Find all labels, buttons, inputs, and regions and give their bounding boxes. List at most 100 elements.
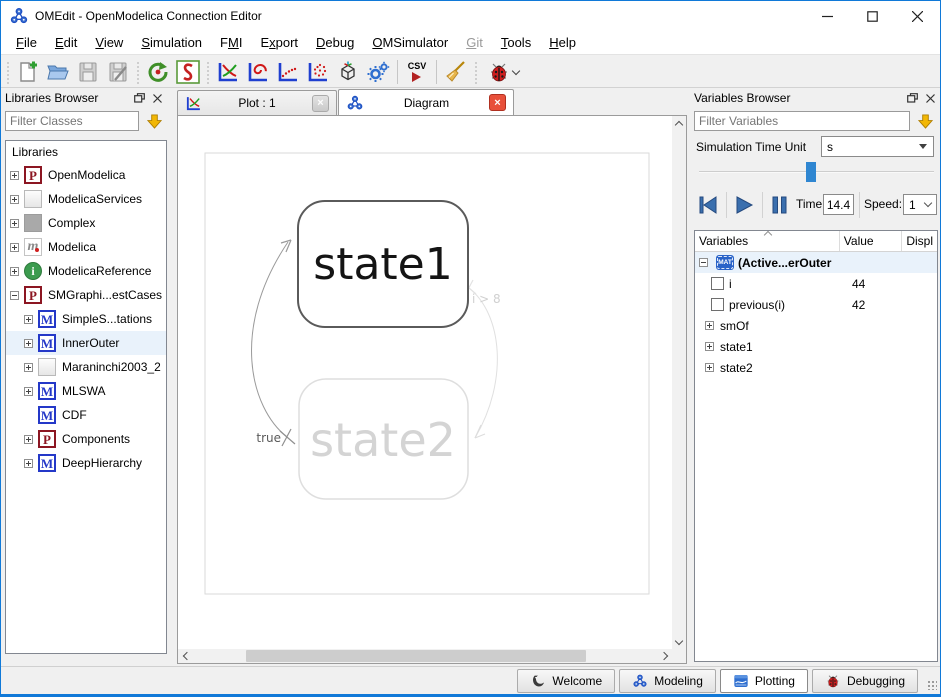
menu-help[interactable]: Help [540,32,585,53]
new-plot-window-button[interactable] [213,58,243,86]
plotting-perspective-button[interactable]: Plotting [720,669,808,693]
library-item-innerouter[interactable]: M InnerOuter [6,331,166,355]
scroll-up-button[interactable] [672,116,686,130]
export-csv-button[interactable]: CSV [402,58,432,86]
filter-options-button[interactable] [914,111,936,131]
menu-simulation[interactable]: Simulation [132,32,211,53]
float-panel-button[interactable] [131,91,147,105]
simulation-gears-button[interactable] [363,58,393,86]
welcome-perspective-button[interactable]: Welcome [517,669,615,693]
re-simulate-button[interactable] [143,58,173,86]
new-array-parametric-plot-button[interactable] [303,58,333,86]
scrollbar-thumb[interactable] [246,650,586,662]
play-button[interactable] [730,190,758,220]
expand-icon[interactable] [24,339,33,348]
checkbox[interactable] [711,277,724,290]
library-item-components[interactable]: P Components [6,427,166,451]
library-item-maraninchi2003-2[interactable]: Maraninchi2003_2 [6,355,166,379]
scroll-down-button[interactable] [672,635,686,649]
maximize-button[interactable] [850,1,895,31]
new-modelica-class-button[interactable] [13,58,43,86]
vertical-scrollbar[interactable] [672,116,686,649]
time-slider-track[interactable] [699,171,934,173]
diagram-canvas[interactable]: true i > 8 state1 state2 [178,116,672,649]
save-as-button[interactable] [103,58,133,86]
close-tab-icon[interactable]: × [312,95,329,112]
clear-plot-button[interactable] [441,58,471,86]
expand-icon[interactable] [705,342,714,351]
re-simulate-setup-button[interactable] [173,58,203,86]
library-item-openmodelica[interactable]: P OpenModelica [6,163,166,187]
transition-true[interactable]: true [252,240,295,446]
library-item-complex[interactable]: Complex [6,211,166,235]
menu-export[interactable]: Export [251,32,307,53]
expand-icon[interactable] [10,219,19,228]
library-item-modelica[interactable]: m Modelica [6,235,166,259]
expand-icon[interactable] [24,363,33,372]
menu-debug[interactable]: Debug [307,32,363,53]
toolbar-handle[interactable] [5,60,11,84]
variable-group-state2[interactable]: state2 [695,357,937,378]
toolbar-handle[interactable] [205,60,211,84]
expand-icon[interactable] [10,171,19,180]
column-variables[interactable]: Variables [695,231,840,251]
column-value[interactable]: Value [840,231,903,251]
menu-view[interactable]: View [86,32,132,53]
modeling-perspective-button[interactable]: Modeling [619,669,716,693]
library-item-modelicaservices[interactable]: ModelicaServices [6,187,166,211]
open-model-button[interactable] [43,58,73,86]
state1-shape[interactable]: state1 [298,201,468,327]
pause-button[interactable] [766,190,794,220]
variable-group-smof[interactable]: smOf [695,315,937,336]
toolbar-handle[interactable] [473,60,479,84]
state2-shape[interactable]: state2 [299,379,468,499]
time-slider-handle[interactable] [806,162,816,182]
column-display-unit[interactable]: Displ [902,231,937,251]
variable-group-state1[interactable]: state1 [695,336,937,357]
filter-variables-input[interactable] [694,111,910,131]
menu-fmi[interactable]: FMI [211,32,251,53]
filter-options-button[interactable] [143,111,165,131]
expand-icon[interactable] [10,195,19,204]
close-button[interactable] [895,1,940,31]
expand-icon[interactable] [24,387,33,396]
library-item-mlswa[interactable]: M MLSWA [6,379,166,403]
collapse-icon[interactable] [699,258,708,267]
library-item-modelicareference[interactable]: i ModelicaReference [6,259,166,283]
new-parametric-plot-button[interactable] [243,58,273,86]
debugging-perspective-button[interactable]: Debugging [812,669,918,693]
expand-icon[interactable] [705,363,714,372]
time-input[interactable]: 14.4 [823,194,854,215]
menu-git[interactable]: Git [457,32,492,53]
checkbox[interactable] [711,298,724,311]
collapse-icon[interactable] [10,291,19,300]
menu-edit[interactable]: Edit [46,32,86,53]
close-panel-button[interactable] [922,91,938,105]
tab-diagram[interactable]: Diagram × [338,89,514,115]
save-button[interactable] [73,58,103,86]
expand-icon[interactable] [24,315,33,324]
time-unit-combobox[interactable]: s [821,136,934,157]
horizontal-scrollbar[interactable] [178,649,672,663]
close-tab-icon[interactable]: × [489,94,506,111]
scroll-left-button[interactable] [178,649,192,663]
rewind-button[interactable] [694,190,722,220]
scroll-right-button[interactable] [658,649,672,663]
result-file-row[interactable]: MAT (Active...erOuter [695,252,937,273]
expand-icon[interactable] [24,435,33,444]
float-panel-button[interactable] [904,91,920,105]
variable-row-i[interactable]: i 44 [695,273,937,294]
filter-classes-input[interactable] [5,111,139,131]
menu-file[interactable]: File [7,32,46,53]
tab-plot-1[interactable]: Plot : 1 × [177,90,337,115]
expand-icon[interactable] [24,459,33,468]
new-array-plot-button[interactable] [273,58,303,86]
3d-visualization-button[interactable] [333,58,363,86]
minimize-button[interactable] [805,1,850,31]
expand-icon[interactable] [10,267,19,276]
library-item-simplestations[interactable]: M SimpleS...tations [6,307,166,331]
toolbar-handle[interactable] [135,60,141,84]
menu-tools[interactable]: Tools [492,32,540,53]
resize-grip[interactable] [927,680,937,690]
library-item-deephierarchy[interactable]: M DeepHierarchy [6,451,166,475]
